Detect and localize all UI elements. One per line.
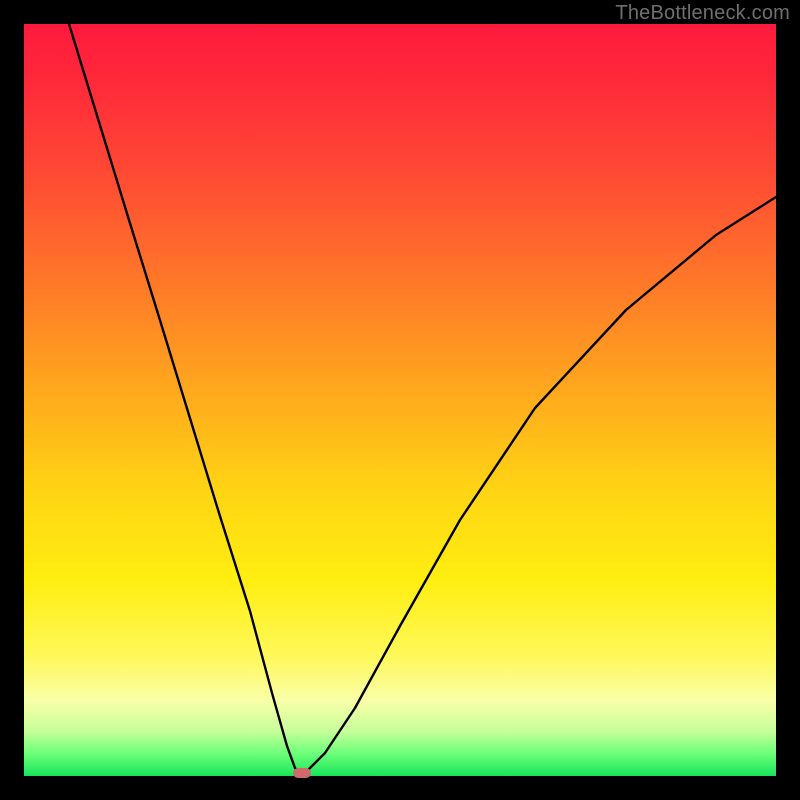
bottleneck-curve: [24, 24, 776, 776]
curve-path: [69, 24, 776, 776]
watermark-text: TheBottleneck.com: [615, 2, 790, 25]
chart-frame: TheBottleneck.com: [0, 0, 800, 800]
bottleneck-marker: [293, 768, 311, 778]
plot-area: [24, 24, 776, 776]
